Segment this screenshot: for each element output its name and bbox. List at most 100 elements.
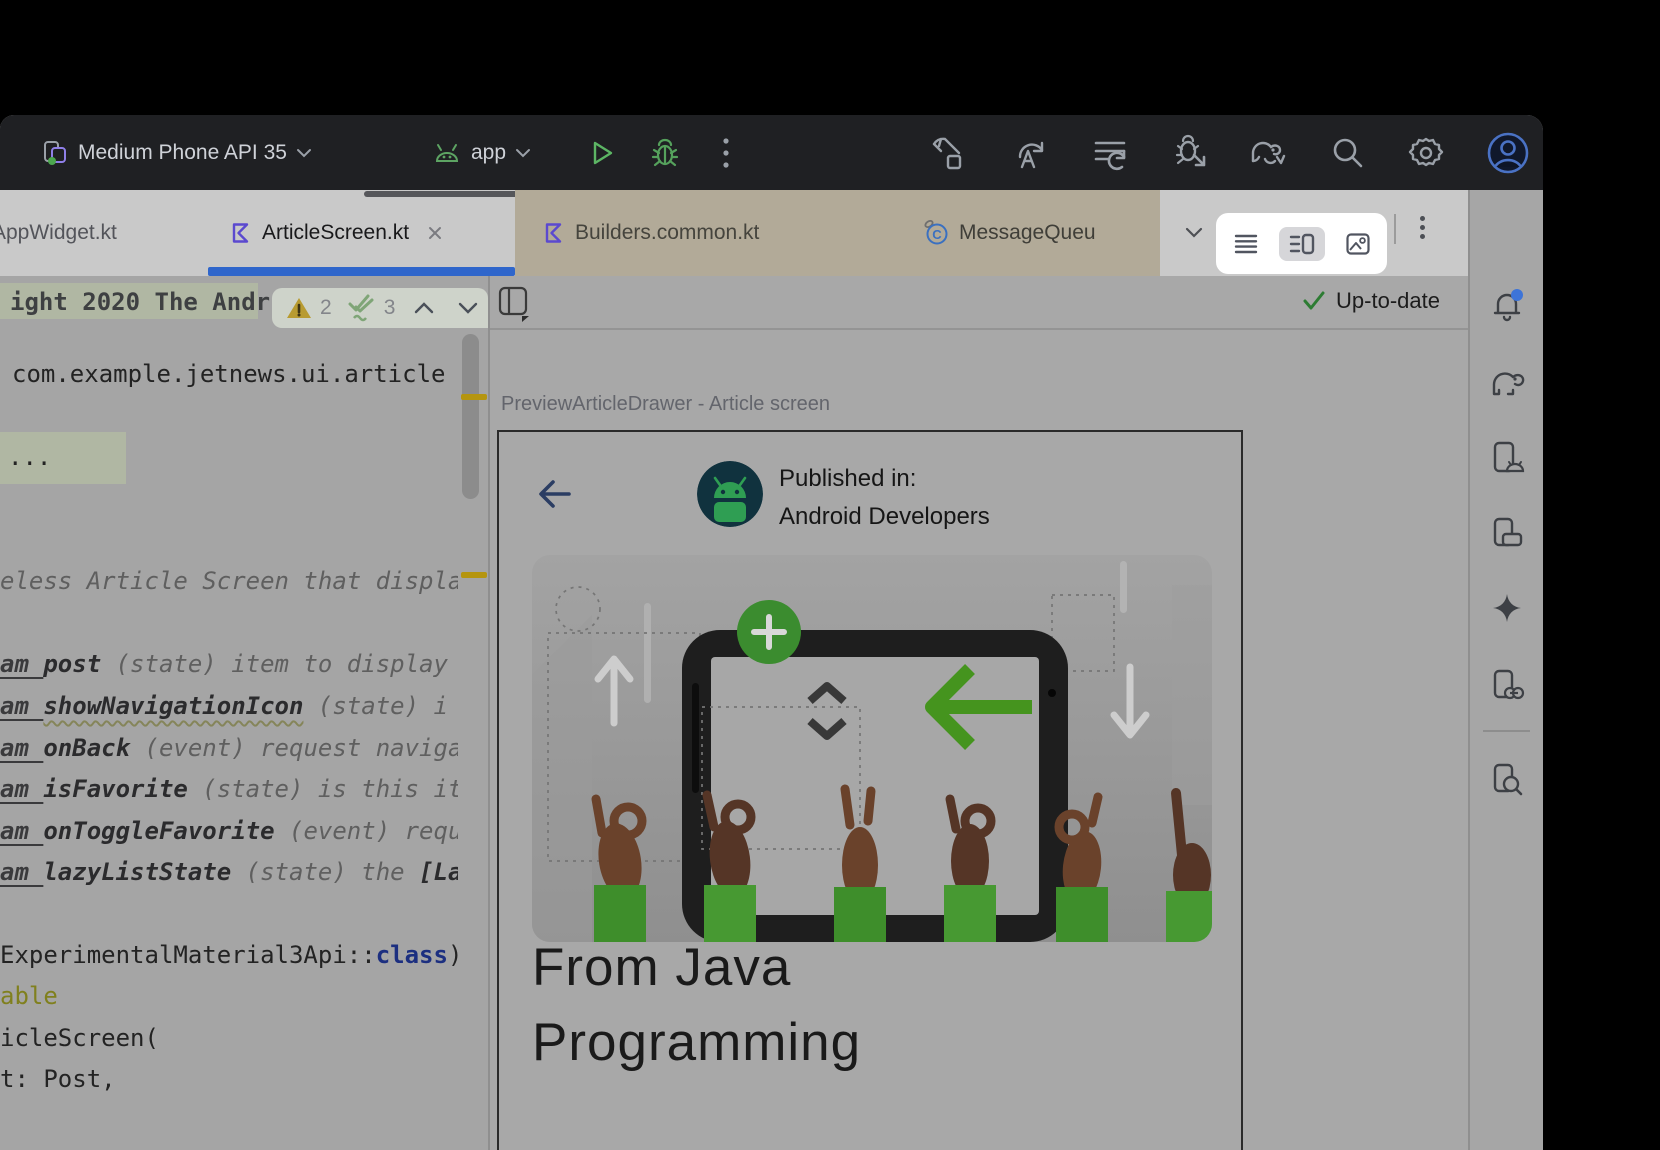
code-editor[interactable]: ight 2020 The Andrcom.example.jetnews.ui… bbox=[0, 276, 488, 1150]
warning-count: 2 bbox=[320, 296, 332, 320]
device-phone-icon bbox=[42, 139, 69, 166]
apply-changes-button[interactable] bbox=[1010, 115, 1050, 190]
layout-switch-icon bbox=[498, 286, 532, 322]
kotlin-file-icon bbox=[543, 222, 565, 244]
warning-icon bbox=[286, 296, 312, 320]
layout-switch-button[interactable] bbox=[498, 286, 532, 322]
split-view-icon bbox=[1289, 233, 1315, 255]
search-everywhere-button[interactable] bbox=[1330, 115, 1366, 190]
more-actions-icon bbox=[722, 136, 730, 170]
code-line: com.example.jetnews.ui.article bbox=[12, 357, 445, 391]
back-button[interactable] bbox=[535, 476, 575, 512]
tab-builders-common[interactable]: Builders.common.kt bbox=[543, 190, 759, 276]
code-line: able bbox=[0, 979, 58, 1013]
device-manager-button[interactable] bbox=[1489, 440, 1525, 476]
tab-options-button[interactable] bbox=[1420, 212, 1425, 243]
debug-icon bbox=[650, 138, 680, 168]
warning-stripe-mark[interactable] bbox=[461, 572, 487, 578]
design-view-icon bbox=[1346, 233, 1370, 255]
checks-icon bbox=[346, 294, 376, 322]
gradle-icon bbox=[1488, 364, 1526, 398]
settings-button[interactable] bbox=[1406, 115, 1446, 190]
article-hero-image bbox=[532, 555, 1212, 942]
warning-stripe-mark[interactable] bbox=[461, 394, 487, 400]
status-text: Up-to-date bbox=[1336, 288, 1440, 314]
notifications-icon bbox=[1489, 286, 1525, 322]
debug-button[interactable] bbox=[650, 115, 680, 190]
compose-preview-pane: Up-to-date PreviewArticleDrawer - Articl… bbox=[490, 276, 1468, 1150]
library-tabs-region: Builders.common.kt C MessageQueu bbox=[515, 190, 1160, 276]
split-view-button-selected[interactable] bbox=[1279, 227, 1325, 261]
tab-articlescreen[interactable]: ArticleScreen.kt bbox=[230, 190, 443, 276]
publisher-name: Android Developers bbox=[779, 498, 990, 536]
profile-avatar-icon bbox=[1486, 131, 1530, 175]
android-studio-window: Medium Phone API 35 app bbox=[0, 115, 1543, 1150]
device-explorer-icon bbox=[1489, 668, 1525, 704]
hidden-tabs-dropdown[interactable] bbox=[1184, 190, 1204, 276]
profile-avatar[interactable] bbox=[1486, 115, 1530, 190]
published-in-label: Published in: bbox=[779, 460, 990, 498]
tab-appwidget[interactable]: AppWidget.kt bbox=[0, 190, 117, 276]
gradle-button[interactable] bbox=[1488, 364, 1526, 398]
editor-scrollbar[interactable] bbox=[462, 334, 479, 499]
run-button[interactable] bbox=[588, 115, 616, 190]
published-in-block: Published in: Android Developers bbox=[779, 460, 990, 536]
preview-render-card[interactable]: Published in: Android Developers bbox=[497, 430, 1243, 1150]
run-icon bbox=[588, 139, 616, 167]
check-icon bbox=[1302, 291, 1326, 311]
main-toolbar: Medium Phone API 35 app bbox=[0, 115, 1543, 190]
chevron-down-icon bbox=[515, 148, 531, 158]
article-title-line2: Programming bbox=[532, 1005, 861, 1080]
attach-debugger-button[interactable] bbox=[1172, 115, 1212, 190]
gemini-icon bbox=[1491, 592, 1523, 624]
settings-icon bbox=[1406, 133, 1446, 173]
chevron-down-icon bbox=[1184, 227, 1204, 239]
code-line: ... bbox=[8, 440, 51, 474]
editor-mode-switcher bbox=[1218, 215, 1385, 272]
next-icon[interactable] bbox=[457, 301, 479, 315]
apply-code-changes-button[interactable] bbox=[1090, 115, 1130, 190]
code-view-button[interactable] bbox=[1224, 227, 1268, 261]
apply-code-changes-icon bbox=[1090, 133, 1130, 173]
gemini-button[interactable] bbox=[1491, 592, 1523, 624]
device-selector-label: Medium Phone API 35 bbox=[78, 141, 287, 165]
running-devices-icon bbox=[1489, 516, 1525, 552]
prev-icon[interactable] bbox=[413, 301, 435, 315]
run-config-label: app bbox=[471, 141, 506, 165]
device-explorer-button[interactable] bbox=[1489, 668, 1525, 704]
android-robot-avatar bbox=[697, 461, 763, 527]
tab-messagequeue[interactable]: C MessageQueu bbox=[923, 190, 1096, 276]
gradle-sync-button[interactable] bbox=[1247, 115, 1289, 190]
search-everywhere-icon bbox=[1330, 135, 1366, 171]
running-devices-button[interactable] bbox=[1489, 516, 1525, 552]
build-button[interactable] bbox=[928, 115, 966, 190]
design-view-button[interactable] bbox=[1336, 227, 1380, 261]
code-line: am onToggleFavorite (event) requ bbox=[0, 814, 458, 848]
code-line: am post (state) item to display bbox=[0, 647, 448, 681]
android-head-icon bbox=[432, 141, 462, 165]
check-count: 3 bbox=[384, 296, 396, 320]
right-tool-stripe bbox=[1468, 190, 1543, 1150]
article-title-line1: From Java bbox=[532, 930, 791, 1005]
screenshot-stage: Medium Phone API 35 app bbox=[0, 0, 1660, 1150]
inspection-widget[interactable]: 2 3 bbox=[272, 288, 488, 328]
preview-status: Up-to-date bbox=[1302, 288, 1440, 314]
notifications-button[interactable] bbox=[1489, 286, 1525, 322]
preview-name-label[interactable]: PreviewArticleDrawer - Article screen bbox=[501, 393, 830, 416]
editor-tab-bar: AppWidget.kt ArticleScreen.kt Builders.c… bbox=[0, 190, 1468, 276]
close-icon[interactable] bbox=[427, 225, 443, 241]
chevron-down-icon bbox=[296, 148, 312, 158]
apply-changes-icon bbox=[1010, 133, 1050, 173]
code-line: am isFavorite (state) is this it bbox=[0, 772, 458, 806]
svg-text:C: C bbox=[932, 227, 942, 242]
more-actions-button[interactable] bbox=[722, 115, 730, 190]
back-arrow-icon bbox=[535, 476, 575, 512]
app-quality-insights-button[interactable] bbox=[1489, 762, 1525, 798]
run-configuration[interactable]: app bbox=[432, 115, 531, 190]
code-line: am onBack (event) request naviga bbox=[0, 731, 458, 765]
app-quality-insights-icon bbox=[1489, 762, 1525, 798]
code-line: eless Article Screen that displa bbox=[0, 564, 458, 598]
code-line: am showNavigationIcon (state) i bbox=[0, 689, 448, 723]
device-selector[interactable]: Medium Phone API 35 bbox=[42, 115, 312, 190]
publisher-avatar bbox=[697, 461, 763, 527]
